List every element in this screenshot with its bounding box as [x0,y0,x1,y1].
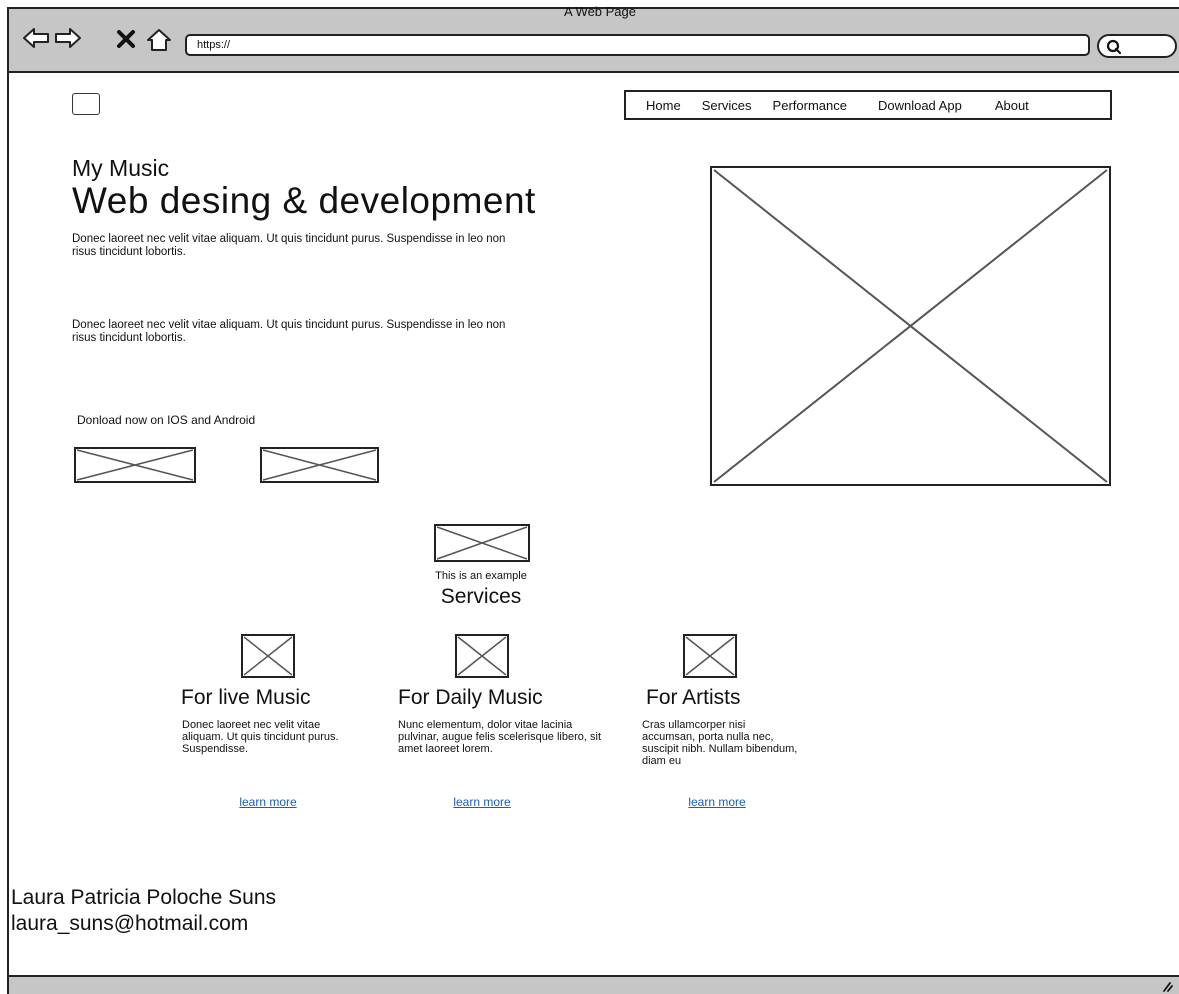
service-description: Nunc elementum, dolor vitae lacinia pulv… [398,719,602,755]
forward-arrow-icon[interactable] [54,26,82,50]
status-bar [7,975,1179,994]
learn-more-link[interactable]: learn more [667,795,767,809]
learn-more-link[interactable]: learn more [218,795,318,809]
service-description: Cras ullamcorper nisi accumsan, porta nu… [642,719,798,767]
example-image-placeholder [434,524,530,562]
footer-author-name: Laura Patricia Poloche Suns [11,886,276,909]
hero-paragraph-1: Donec laoreet nec velit vitae aliquam. U… [72,233,506,258]
play-store-badge-placeholder[interactable] [260,447,379,483]
app-store-badge-placeholder[interactable] [74,447,196,483]
back-arrow-icon[interactable] [22,26,50,50]
learn-more-link[interactable]: learn more [432,795,532,809]
services-heading: Services [440,585,522,608]
service-image-placeholder [455,634,509,678]
service-title: For live Music [181,686,311,709]
close-x-icon[interactable] [116,30,136,48]
hero-title: Web desing & development [72,180,536,221]
search-icon [1106,39,1122,55]
service-title: For Daily Music [398,686,543,709]
logo-placeholder[interactable] [72,93,100,115]
nav-item-download-app[interactable]: Download App [878,98,962,113]
hero-paragraph-2: Donec laoreet nec velit vitae aliquam. U… [72,319,506,344]
window-title: A Web Page [563,4,637,19]
service-image-placeholder [683,634,737,678]
service-image-placeholder [241,634,295,678]
hero-kicker: My Music [72,155,170,181]
main-nav: Home Services Performance Download App A… [624,90,1112,120]
search-box[interactable] [1097,34,1177,58]
resize-grip-icon[interactable] [1159,980,1173,992]
nav-item-services[interactable]: Services [702,98,752,113]
footer-email[interactable]: laura_suns@hotmail.com [11,912,248,936]
example-caption: This is an example [435,570,527,582]
download-label: Donload now on IOS and Android [77,413,256,427]
nav-item-performance[interactable]: Performance [773,98,847,113]
hero-image-placeholder [710,166,1111,486]
service-title: For Artists [646,686,741,709]
nav-item-home[interactable]: Home [646,98,681,113]
service-description: Donec laoreet nec velit vitae aliquam. U… [182,719,339,755]
home-icon[interactable] [145,27,173,53]
url-input[interactable]: https:// [185,34,1090,56]
nav-item-about[interactable]: About [995,98,1029,113]
